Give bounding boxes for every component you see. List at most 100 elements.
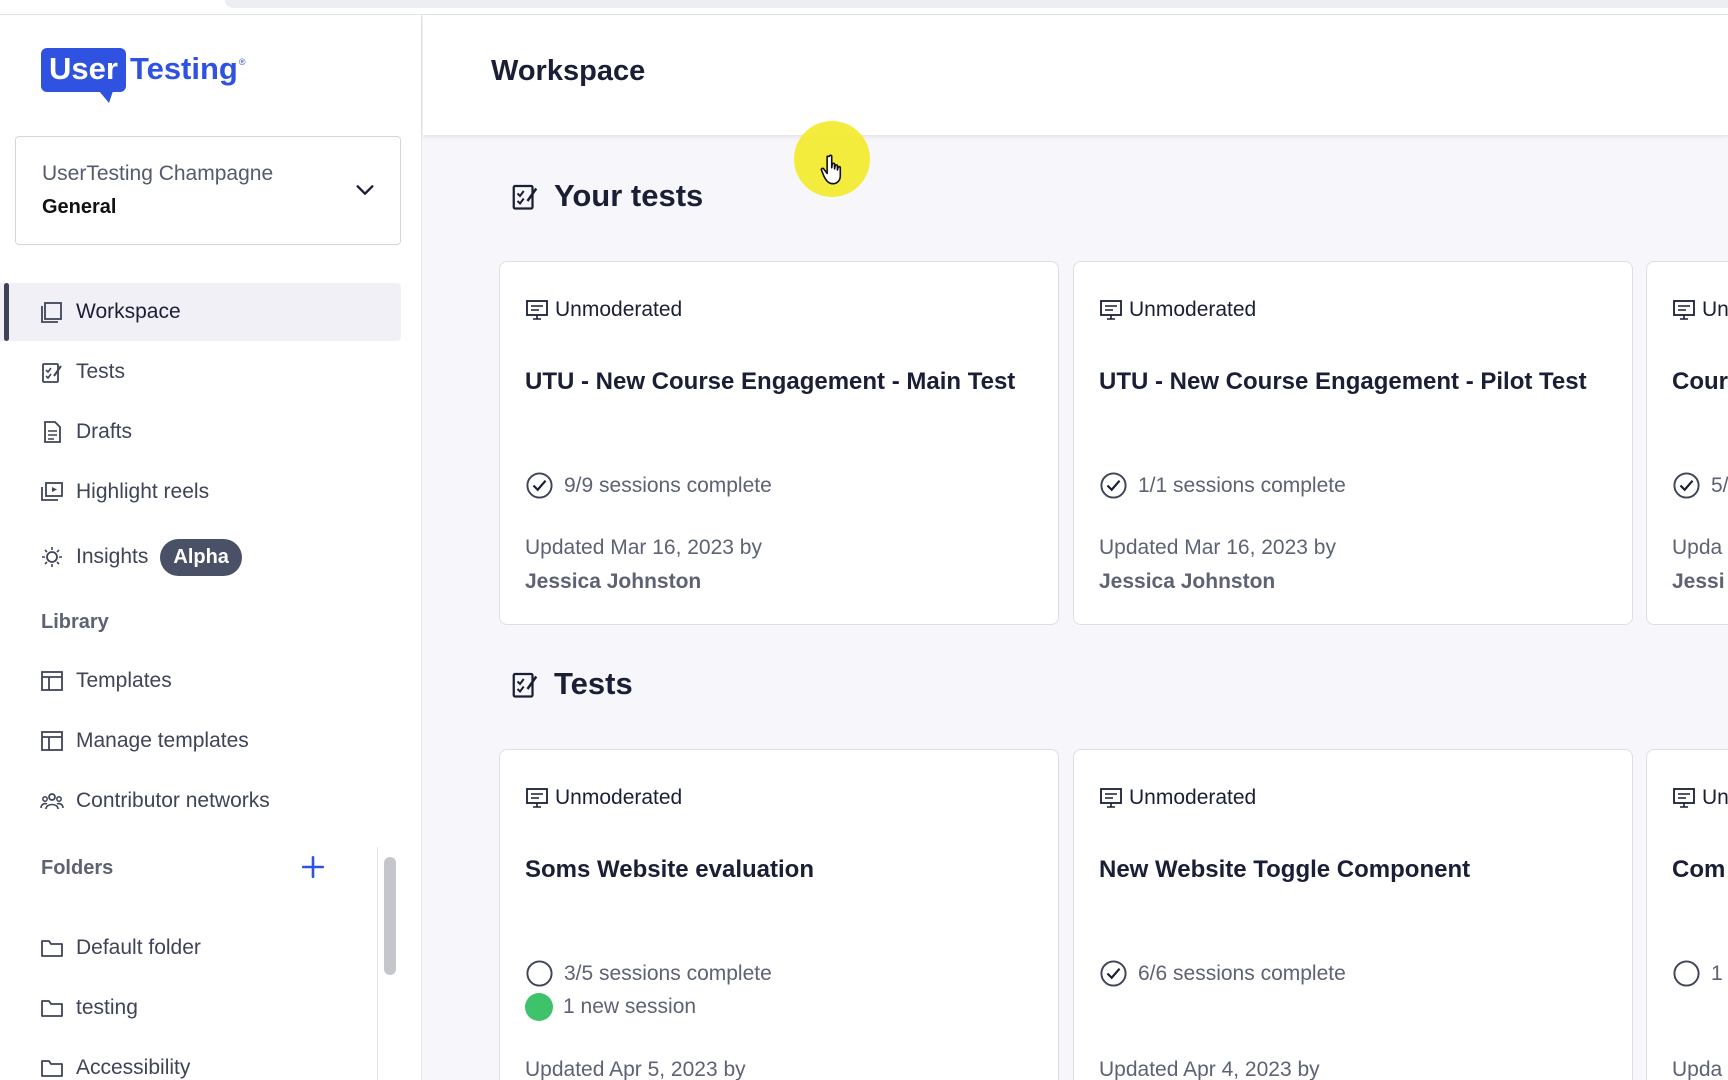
account-switcher[interactable]: UserTesting Champagne General [15,136,401,245]
updated-text: Upda [1672,536,1723,559]
session-status: 3/5 sessions complete [525,959,772,988]
session-status: 5/ [1672,471,1728,500]
sidebar: User Testing ® UserTesting Champagne Gen… [0,15,422,1080]
address-bar[interactable] [225,0,1728,8]
sidebar-item-tests[interactable]: Tests [0,343,401,401]
sidebar-item-folder[interactable]: testing [0,979,377,1037]
green-dot-icon [525,993,553,1021]
test-type-label: Unmoderated [1702,298,1728,321]
tests-heading: Tests [510,666,633,702]
alpha-badge: Alpha [160,538,242,576]
highlight-reel-icon [41,482,63,501]
test-card[interactable]: Unmoderated New Website Toggle Component… [1073,749,1633,1080]
session-status: 1 v [1672,959,1728,988]
usertesting-logo[interactable]: User Testing ® [41,48,246,118]
check-circle-icon [526,472,553,499]
test-card[interactable]: Unmoderated Com 1 v Upda [1646,749,1728,1080]
updated-text: Updated Apr 5, 2023 by [525,1058,746,1080]
new-session-text: 1 new session [563,995,697,1018]
session-status-text: 6/6 sessions complete [1138,961,1346,985]
test-type-label: Unmoderated [1129,786,1257,809]
monitor-icon [1673,300,1695,320]
updated-text: Updated Apr 4, 2023 by [1099,1058,1320,1080]
your-tests-heading: Your tests [510,178,703,214]
session-status-text: 1 v [1711,961,1728,985]
test-card[interactable]: Unmoderated UTU - New Course Engagement … [499,261,1059,625]
session-status: 6/6 sessions complete [1099,959,1346,988]
account-workspace-name: General [42,196,117,218]
add-folder-plus-icon[interactable] [300,854,326,880]
session-status-text: 9/9 sessions complete [564,473,772,497]
test-card[interactable]: Unmoderated Soms Website evaluation 3/5 … [499,749,1059,1080]
sidebar-item-folder[interactable]: Default folder [0,919,377,977]
test-type: Unmoderated [1099,786,1256,810]
sidebar-item-insights[interactable]: Insights Alpha [0,528,401,586]
check-circle-icon [1100,472,1127,499]
test-type-label: Unmoderated [1129,298,1257,321]
browser-top-strip [0,0,1728,15]
session-status: 1/1 sessions complete [1099,471,1346,500]
sidebar-item-label: Contributor networks [76,789,270,812]
test-name[interactable]: Cour [1672,368,1728,396]
check-circle-icon [1673,472,1700,499]
updated-by: Jessica Johnston [1099,570,1276,593]
empty-circle-icon [1673,960,1700,987]
test-name[interactable]: UTU - New Course Engagement - Main Test [525,368,1015,396]
session-status-text: 3/5 sessions complete [564,961,772,985]
session-status-text: 5/ [1711,473,1728,497]
test-type: Unmoderated [1672,786,1728,810]
new-session-indicator: 1 new session [525,993,696,1021]
page-title: Workspace [491,55,646,87]
section-title-text: Tests [554,666,633,701]
sidebar-item-label: Manage templates [76,729,249,752]
chevron-down-icon [356,185,374,195]
test-type: Unmoderated [525,786,682,810]
sidebar-item-folder[interactable]: Accessibility [0,1039,377,1080]
monitor-icon [1100,788,1122,808]
page-header: Workspace [423,15,1728,135]
folders-scrollbar[interactable] [377,847,401,1080]
test-card[interactable]: Unmoderated UTU - New Course Engagement … [1073,261,1633,625]
sidebar-item-drafts[interactable]: Drafts [0,403,401,461]
test-card[interactable]: Unmoderated Cour 5/ Upda Jessi [1646,261,1728,625]
monitor-icon [526,788,548,808]
session-status: 9/9 sessions complete [525,471,772,500]
test-type: Unmoderated [1099,298,1256,322]
test-type-label: Unmoderated [555,786,683,809]
session-status-text: 1/1 sessions complete [1138,473,1346,497]
monitor-icon [1100,300,1122,320]
sidebar-item-manage-templates[interactable]: Manage templates [0,712,401,770]
test-name[interactable]: New Website Toggle Component [1099,856,1470,884]
workspace-icon [41,302,62,323]
test-name[interactable]: Com [1672,856,1725,884]
sidebar-item-label: testing [76,996,138,1019]
logo-testing-word: Testing [129,51,238,86]
hand-cursor-icon [820,154,842,185]
folders-heading: Folders [41,857,114,879]
updated-by: Jessica Johnston [525,570,702,593]
updated-text: Updated Mar 16, 2023 by [525,536,762,559]
test-clipboard-icon [512,184,538,210]
test-type-label: Unmoderated [555,298,683,321]
sidebar-item-contributor-networks[interactable]: Contributor networks [0,772,401,830]
test-type-label: Unmoderated [1702,786,1728,809]
sidebar-item-highlight-reels[interactable]: Highlight reels [0,463,401,521]
folder-icon [41,1060,63,1077]
logo-user-box: User [41,48,126,103]
test-name[interactable]: UTU - New Course Engagement - Pilot Test [1099,368,1587,396]
logo-trademark: ® [238,57,246,67]
library-heading: Library [41,611,109,633]
sidebar-item-label: Drafts [76,420,133,443]
sidebar-item-templates[interactable]: Templates [0,652,401,710]
test-name[interactable]: Soms Website evaluation [525,856,814,884]
scrollbar-thumb[interactable] [384,857,396,975]
monitor-icon [1673,788,1695,808]
test-clipboard-icon [512,672,538,698]
sidebar-item-workspace[interactable]: Workspace [0,283,401,341]
updated-text: Upda [1672,1058,1723,1080]
test-clipboard-icon [42,363,62,383]
sidebar-item-label: Workspace [76,300,181,323]
document-icon [44,421,61,443]
template-icon [41,731,63,751]
updated-text: Updated Mar 16, 2023 by [1099,536,1336,559]
